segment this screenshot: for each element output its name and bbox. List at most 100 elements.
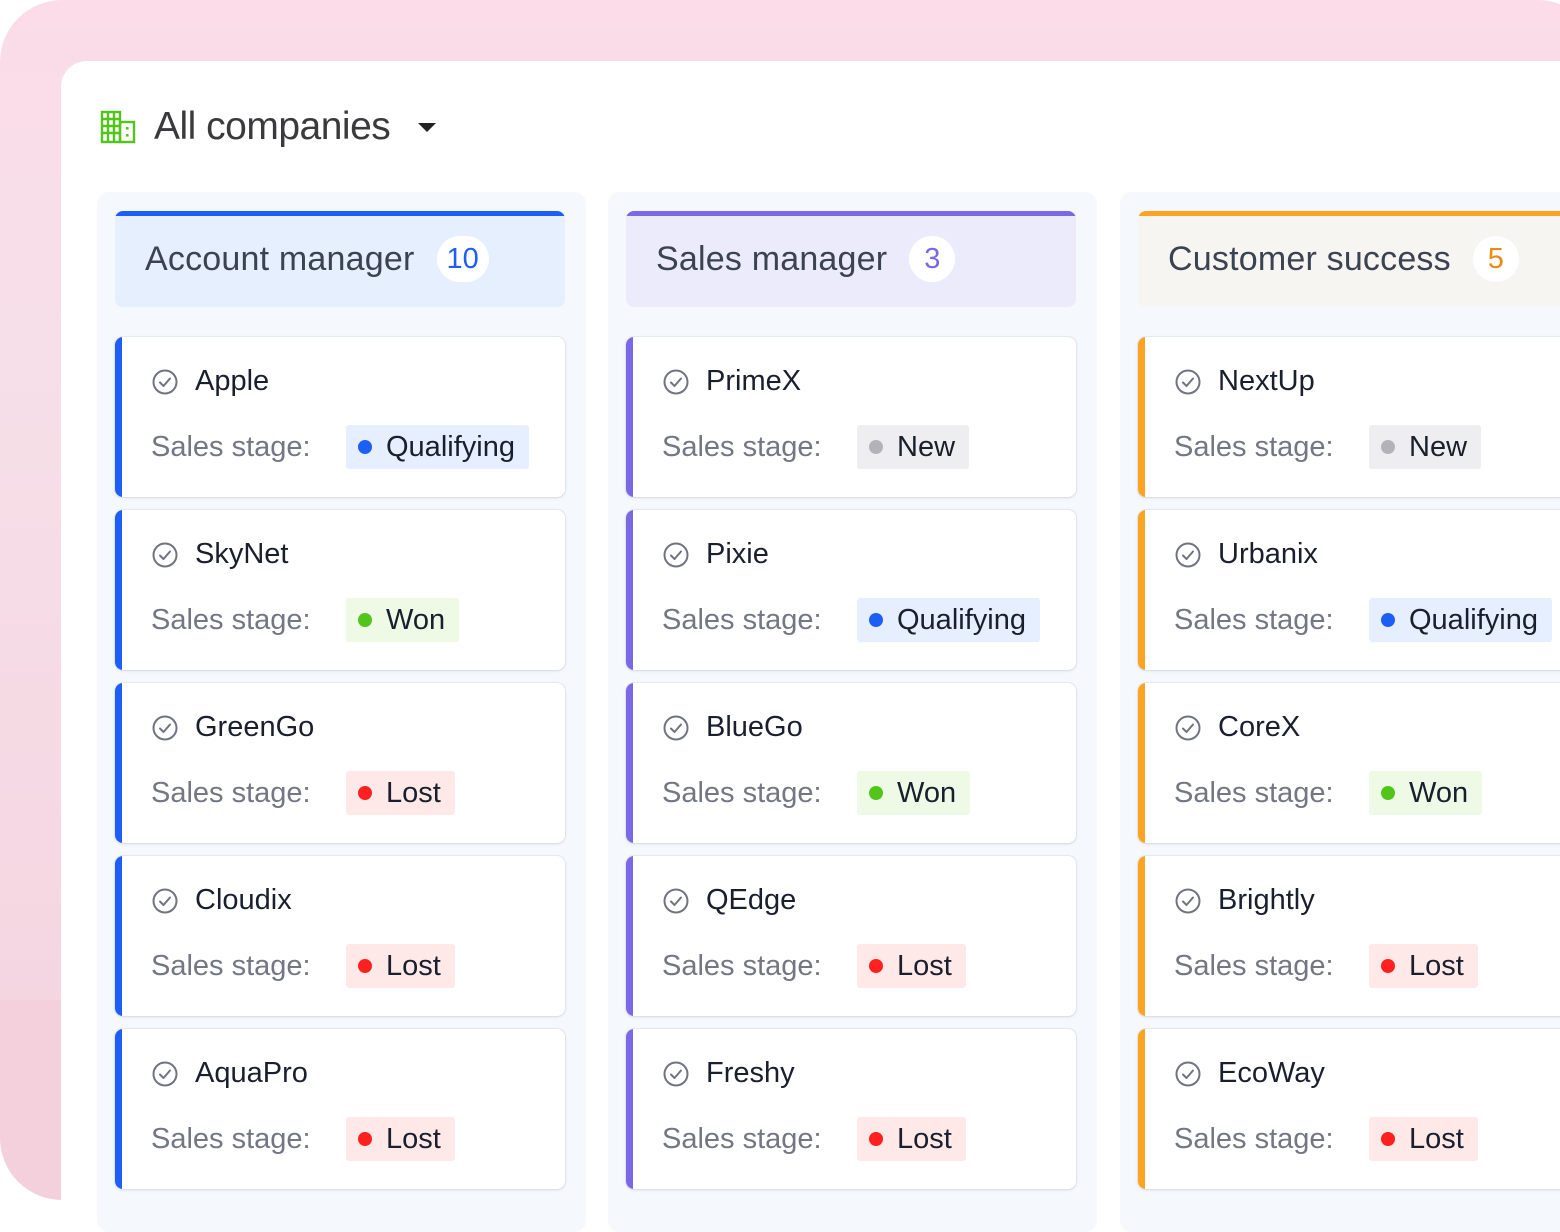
status-dot-icon — [1381, 440, 1395, 454]
stage-value: Lost — [386, 1122, 441, 1155]
card-accent-bar — [1138, 856, 1145, 1016]
column-title: Sales manager — [656, 239, 888, 278]
check-circle-icon[interactable] — [662, 887, 690, 915]
sales-stage-row: Sales stage: Lost — [1174, 1117, 1478, 1161]
stage-badge[interactable]: Won — [1369, 771, 1483, 815]
card-title-row: Pixie — [662, 538, 769, 571]
card-accent-bar — [626, 856, 633, 1016]
card-accent-bar — [1138, 683, 1145, 843]
caret-down-icon[interactable] — [418, 122, 437, 132]
sales-stage-row: Sales stage: Qualifying — [1174, 598, 1552, 642]
company-card[interactable]: EcoWay Sales stage: Lost — [1138, 1029, 1560, 1189]
stage-badge[interactable]: Qualifying — [1369, 598, 1552, 642]
sales-stage-label: Sales stage: — [662, 949, 822, 982]
stage-value: Qualifying — [386, 430, 515, 463]
card-accent-bar — [626, 1029, 633, 1189]
page-title: All companies — [154, 105, 391, 148]
stage-value: Lost — [386, 949, 441, 982]
stage-badge[interactable]: Qualifying — [346, 425, 529, 469]
check-circle-icon[interactable] — [151, 887, 179, 915]
stage-badge[interactable]: Won — [857, 771, 971, 815]
column-header[interactable]: Account manager 10 — [115, 211, 565, 307]
company-card[interactable]: Cloudix Sales stage: Lost — [115, 856, 565, 1016]
stage-badge[interactable]: Lost — [857, 944, 966, 988]
stage-badge[interactable]: New — [1369, 425, 1482, 469]
status-dot-icon — [869, 1132, 883, 1146]
company-name: Freshy — [706, 1057, 795, 1089]
card-accent-bar — [115, 510, 122, 670]
check-circle-icon[interactable] — [662, 1060, 690, 1088]
stage-badge[interactable]: New — [857, 425, 970, 469]
status-dot-icon — [358, 440, 372, 454]
column-account-manager: Account manager 10 Apple Sales stage: Qualif… — [97, 192, 586, 1232]
stage-badge[interactable]: Qualifying — [857, 598, 1040, 642]
card-accent-bar — [626, 337, 633, 497]
card-accent-bar — [1138, 337, 1145, 497]
stage-badge[interactable]: Lost — [857, 1117, 966, 1161]
card-accent-bar — [115, 856, 122, 1016]
frame-corner — [0, 1000, 62, 1200]
card-title-row: GreenGo — [151, 711, 314, 744]
check-circle-icon[interactable] — [1174, 1060, 1202, 1088]
sales-stage-label: Sales stage: — [1174, 1122, 1334, 1155]
column-header[interactable]: Customer success 5 — [1138, 211, 1560, 307]
company-card[interactable]: NextUp Sales stage: New — [1138, 337, 1560, 497]
sales-stage-label: Sales stage: — [151, 430, 311, 463]
company-name: Apple — [195, 365, 270, 397]
status-dot-icon — [869, 613, 883, 627]
card-accent-bar — [115, 337, 122, 497]
column-header[interactable]: Sales manager 3 — [626, 211, 1076, 307]
card-title-row: CoreX — [1174, 711, 1300, 744]
status-dot-icon — [358, 786, 372, 800]
company-name: EcoWay — [1218, 1057, 1325, 1089]
company-card[interactable]: AquaPro Sales stage: Lost — [115, 1029, 565, 1189]
company-card[interactable]: PrimeX Sales stage: New — [626, 337, 1076, 497]
company-card[interactable]: Brightly Sales stage: Lost — [1138, 856, 1560, 1016]
company-card[interactable]: Pixie Sales stage: Qualifying — [626, 510, 1076, 670]
company-card[interactable]: SkyNet Sales stage: Won — [115, 510, 565, 670]
sales-stage-label: Sales stage: — [662, 603, 822, 636]
check-circle-icon[interactable] — [1174, 368, 1202, 396]
sales-stage-label: Sales stage: — [151, 1122, 311, 1155]
company-name: GreenGo — [195, 711, 315, 743]
company-name: NextUp — [1218, 365, 1315, 397]
check-circle-icon[interactable] — [662, 368, 690, 396]
check-circle-icon[interactable] — [1174, 887, 1202, 915]
check-circle-icon[interactable] — [151, 368, 179, 396]
sales-stage-label: Sales stage: — [1174, 776, 1334, 809]
company-card[interactable]: Apple Sales stage: Qualifying — [115, 337, 565, 497]
company-name: SkyNet — [195, 538, 289, 570]
stage-value: Qualifying — [1409, 603, 1538, 636]
stage-badge[interactable]: Won — [346, 598, 460, 642]
column-accent-bar — [626, 211, 1076, 216]
check-circle-icon[interactable] — [662, 714, 690, 742]
stage-badge[interactable]: Lost — [346, 771, 455, 815]
stage-badge[interactable]: Lost — [1369, 944, 1478, 988]
company-card[interactable]: QEdge Sales stage: Lost — [626, 856, 1076, 1016]
card-title-row: Brightly — [1174, 884, 1315, 917]
company-card[interactable]: BlueGo Sales stage: Won — [626, 683, 1076, 843]
sales-stage-row: Sales stage: New — [662, 425, 970, 469]
sales-stage-row: Sales stage: Lost — [151, 1117, 455, 1161]
column-title: Account manager — [145, 239, 415, 278]
check-circle-icon[interactable] — [1174, 541, 1202, 569]
company-card[interactable]: Urbanix Sales stage: Qualifying — [1138, 510, 1560, 670]
company-name: CoreX — [1218, 711, 1301, 743]
stage-badge[interactable]: Lost — [346, 1117, 455, 1161]
check-circle-icon[interactable] — [151, 714, 179, 742]
count-badge: 5 — [1472, 236, 1519, 282]
company-card[interactable]: GreenGo Sales stage: Lost — [115, 683, 565, 843]
check-circle-icon[interactable] — [1174, 714, 1202, 742]
status-dot-icon — [358, 613, 372, 627]
check-circle-icon[interactable] — [151, 1060, 179, 1088]
company-card[interactable]: CoreX Sales stage: Won — [1138, 683, 1560, 843]
company-card[interactable]: Freshy Sales stage: Lost — [626, 1029, 1076, 1189]
view-selector[interactable]: All companies — [100, 104, 437, 150]
card-title-row: BlueGo — [662, 711, 803, 744]
check-circle-icon[interactable] — [151, 541, 179, 569]
status-dot-icon — [358, 1132, 372, 1146]
check-circle-icon[interactable] — [662, 541, 690, 569]
count-badge: 3 — [909, 236, 956, 282]
stage-badge[interactable]: Lost — [1369, 1117, 1478, 1161]
stage-badge[interactable]: Lost — [346, 944, 455, 988]
